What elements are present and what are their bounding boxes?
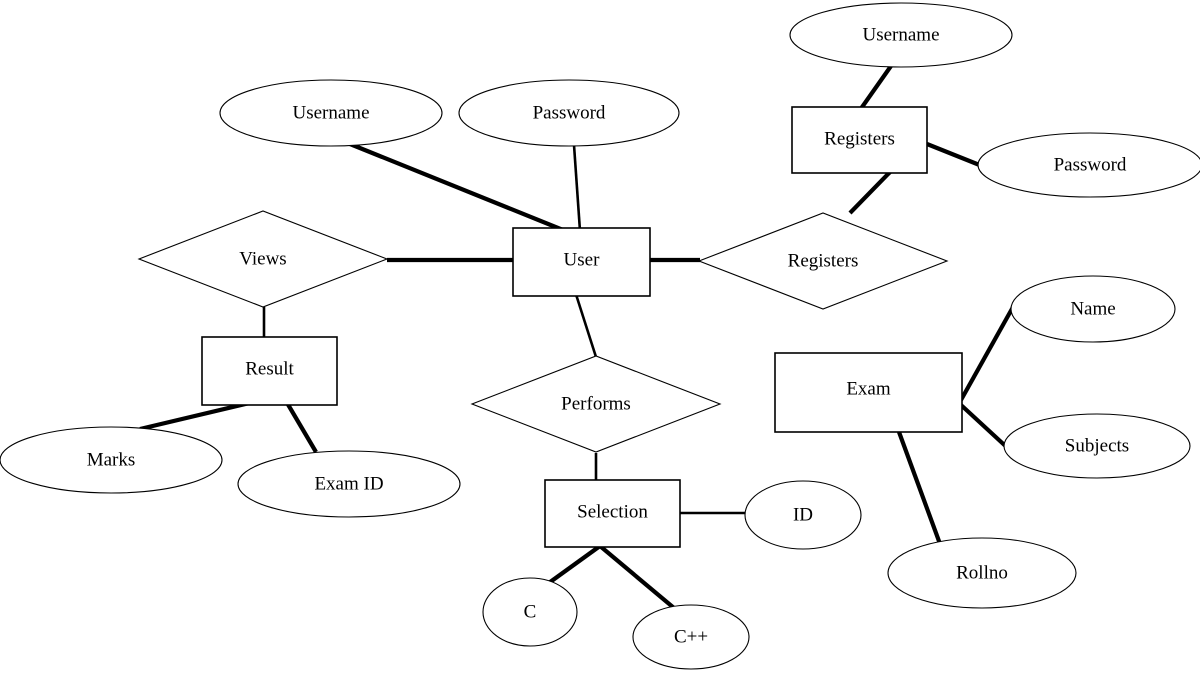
relationship-label: Views [239, 248, 286, 269]
attribute-label: Subjects [1065, 435, 1129, 456]
attribute-username_user[interactable]: Username [219, 79, 443, 147]
relationship-label: Registers [788, 250, 859, 271]
attribute-password_user[interactable]: Password [458, 79, 680, 147]
entity-label: Registers [824, 128, 895, 149]
attribute-label: Password [533, 102, 606, 123]
attribute-subjects_exam[interactable]: Subjects [1003, 413, 1191, 479]
attribute-password_reg[interactable]: Password [977, 132, 1200, 198]
attribute-name_exam[interactable]: Name [1010, 275, 1176, 343]
attribute-marks[interactable]: Marks [0, 426, 223, 494]
attribute-label: Username [292, 102, 369, 123]
attribute-label: ID [793, 504, 813, 525]
entity-registers_entity[interactable]: Registers [791, 106, 928, 174]
attribute-cpp_lang[interactable]: C++ [632, 604, 750, 670]
relationship-label: Performs [561, 393, 631, 414]
attribute-label: Marks [87, 449, 136, 470]
entity-selection[interactable]: Selection [544, 479, 681, 548]
attribute-label: Username [862, 24, 939, 45]
entity-exam[interactable]: Exam [774, 352, 963, 433]
entity-user[interactable]: User [512, 227, 651, 297]
attribute-label: Name [1070, 298, 1115, 319]
attribute-exam_id[interactable]: Exam ID [237, 450, 461, 518]
attribute-id_selection[interactable]: ID [744, 480, 862, 550]
entity-result[interactable]: Result [201, 336, 338, 406]
entity-label: Result [245, 358, 294, 379]
attribute-label: Rollno [956, 562, 1008, 583]
attribute-label: C++ [674, 626, 708, 647]
attribute-label: Password [1054, 154, 1127, 175]
attribute-username_reg[interactable]: Username [789, 2, 1013, 68]
entity-label: Exam [846, 378, 891, 399]
er-diagram-canvas: Views Registers Performs Username Password U… [0, 0, 1200, 674]
attribute-c_lang[interactable]: C [482, 577, 578, 647]
attribute-label: C [524, 601, 537, 622]
attribute-rollno_exam[interactable]: Rollno [887, 537, 1077, 609]
attribute-label: Exam ID [314, 473, 383, 494]
entity-label: Selection [577, 501, 648, 522]
entity-label: User [564, 249, 601, 270]
